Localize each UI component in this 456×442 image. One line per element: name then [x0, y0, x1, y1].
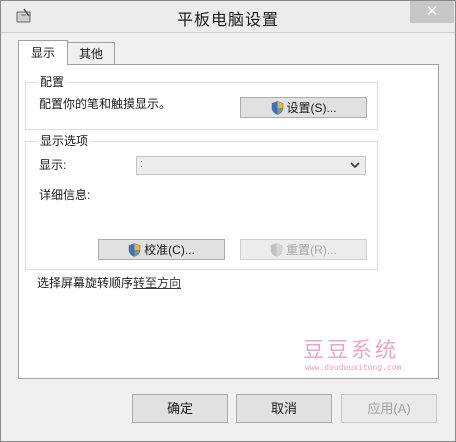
display-select-value: : — [140, 158, 144, 170]
display-select[interactable]: : — [136, 156, 366, 175]
window-title: 平板电脑设置 — [176, 12, 279, 29]
close-button[interactable]: ✕ — [410, 1, 454, 23]
watermark-logo-text: 豆豆系统 — [303, 338, 399, 362]
chevron-down-icon — [350, 162, 360, 169]
tab-display-label: 显示 — [30, 46, 55, 60]
watermark-url: www.doudouxitong.com — [305, 363, 402, 372]
ok-button[interactable]: 确定 — [132, 394, 228, 423]
config-group-label: 配置 — [38, 73, 67, 90]
display-options-label: 显示选项 — [38, 132, 91, 149]
tab-other-label: 其他 — [78, 47, 103, 61]
go-to-orientation-link[interactable]: 转至方向 — [133, 276, 181, 290]
tab-other[interactable]: 其他 — [67, 42, 115, 65]
uac-shield-icon — [271, 101, 283, 115]
calibrate-button-label: 校准(C)... — [144, 243, 195, 257]
cancel-button[interactable]: 取消 — [236, 394, 332, 423]
rotation-text: 选择屏幕旋转顺序转至方向 — [37, 274, 181, 291]
details-label: 详细信息: — [39, 188, 91, 202]
uac-shield-icon — [270, 243, 283, 257]
calibrate-button[interactable]: 校准(C)... — [98, 239, 225, 260]
uac-shield-icon — [128, 243, 141, 257]
tablet-settings-window: 平板电脑设置 ✕ 显示 其他 配置 配置你的笔和触摸显示。 设置(S)... 显… — [0, 0, 456, 442]
apply-button[interactable]: 应用(A) — [341, 394, 437, 423]
config-description: 配置你的笔和触摸显示。 — [39, 97, 172, 111]
tab-display[interactable]: 显示 — [18, 40, 68, 65]
reset-button[interactable]: 重置(R)... — [240, 239, 367, 260]
display-field-label: 显示: — [39, 158, 67, 172]
rotation-prefix: 选择屏幕旋转顺序 — [37, 276, 134, 290]
tab-panel-display: 配置 配置你的笔和触摸显示。 设置(S)... 显示选项 显示: : 详细信息: — [18, 64, 439, 379]
setup-button[interactable]: 设置(S)... — [240, 97, 367, 118]
reset-button-label: 重置(R)... — [286, 243, 337, 257]
close-icon: ✕ — [425, 3, 439, 20]
setup-button-label: 设置(S)... — [286, 101, 337, 115]
title-bar[interactable]: 平板电脑设置 ✕ — [1, 1, 455, 33]
